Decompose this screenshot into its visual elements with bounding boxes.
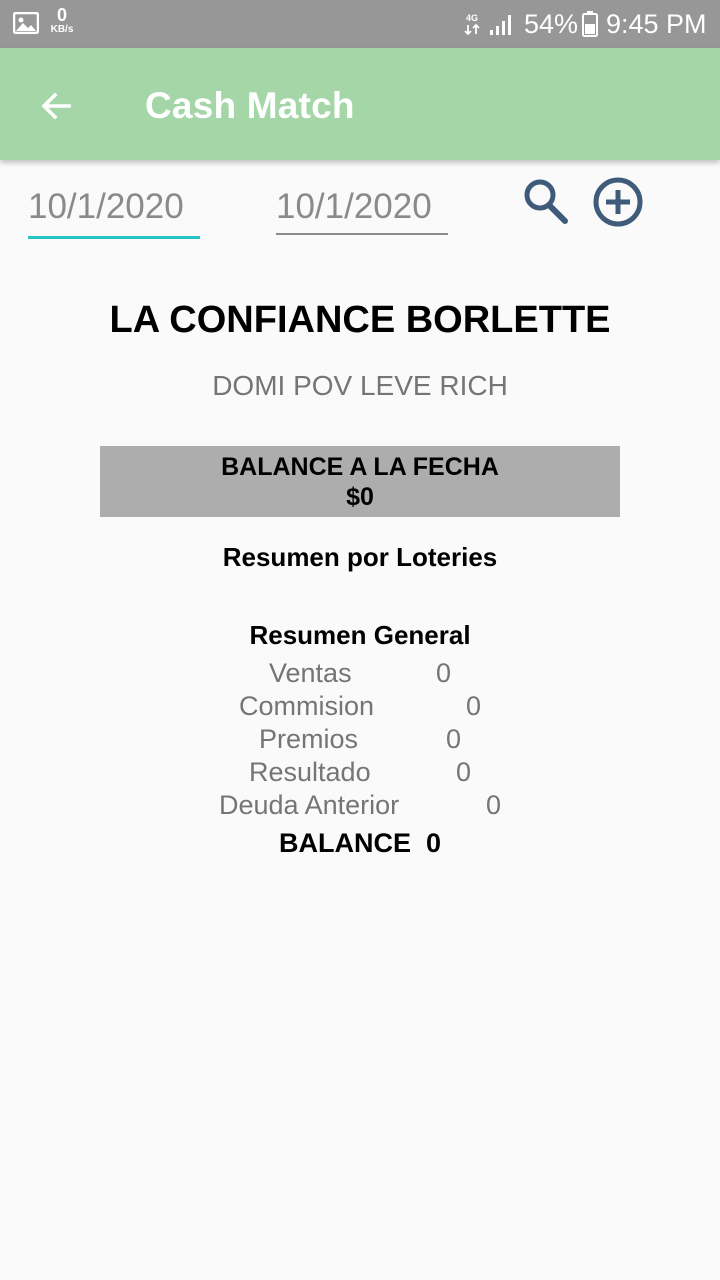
data-speed-unit: KB/s — [50, 24, 74, 35]
status-time: 9:45 PM — [606, 9, 707, 39]
network-label: 4G — [466, 13, 478, 23]
battery-percent: 54% — [524, 9, 579, 39]
summary-row-deuda-anterior: Deuda Anterior 0 — [0, 789, 720, 822]
summary-value: 0 — [456, 757, 472, 787]
summary-row-ventas: Ventas 0 — [0, 657, 720, 690]
balance-to-date-box: BALANCE A LA FECHA $0 — [100, 446, 620, 517]
add-circle-icon[interactable] — [590, 174, 646, 230]
page-title: Cash Match — [145, 85, 355, 126]
from-date-field[interactable]: 10/1/2020 — [28, 184, 200, 239]
summary-label: Deuda Anterior — [219, 790, 400, 820]
balance-to-date-label: BALANCE A LA FECHA — [221, 453, 499, 481]
summary-balance-row: BALANCE 0 — [0, 826, 720, 860]
summary-label: Ventas — [269, 658, 352, 688]
network-4g-icon: 4G — [464, 13, 480, 36]
data-speed-value: 0 — [56, 5, 67, 25]
signal-strength-icon — [490, 15, 511, 35]
balance-to-date-amount: $0 — [346, 483, 374, 511]
back-button[interactable] — [28, 78, 84, 134]
summary-value: 0 — [436, 658, 452, 688]
summary-balance-label: BALANCE — [279, 828, 411, 858]
summary-balance-value: 0 — [426, 828, 442, 858]
battery-icon — [582, 11, 598, 37]
summary-label: Premios — [259, 724, 359, 754]
summary-row-resultado: Resultado 0 — [0, 756, 720, 789]
to-date-field[interactable]: 10/1/2020 — [276, 184, 448, 235]
status-bar: 0 KB/s 4G 54% 9:45 PM — [0, 0, 720, 48]
data-speed-indicator: 0 KB/s — [46, 6, 78, 35]
lotteries-summary-title: Resumen por Loteries — [222, 542, 498, 572]
gallery-notification-icon — [13, 12, 39, 34]
summary-value: 0 — [446, 724, 462, 754]
summary-row-commision: Commision 0 — [0, 690, 720, 723]
company-subtitle: DOMI POV LEVE RICH — [212, 370, 508, 401]
screen: 0 KB/s 4G 54% 9:45 PM Cash Match 10/1/20… — [0, 0, 720, 1280]
summary-label: Resultado — [249, 757, 371, 787]
arrow-left-icon — [41, 92, 71, 120]
app-bar: Cash Match — [0, 48, 720, 160]
summary-value: 0 — [466, 691, 482, 721]
summary-value: 0 — [486, 790, 502, 820]
search-icon[interactable] — [518, 174, 574, 230]
company-name: LA CONFIANCE BORLETTE — [109, 299, 611, 341]
general-summary-title: Resumen General — [249, 620, 471, 650]
summary-row-premios: Premios 0 — [0, 723, 720, 756]
summary-label: Commision — [239, 691, 375, 721]
